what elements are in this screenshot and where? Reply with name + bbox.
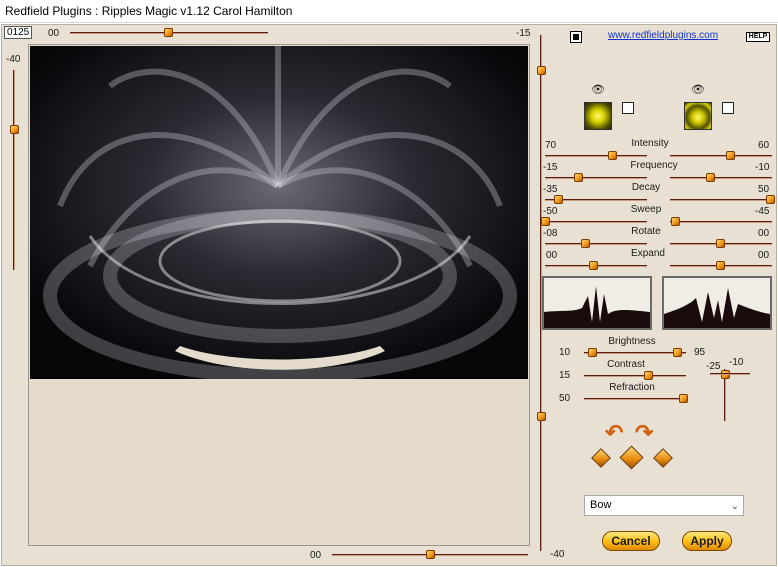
rotate-left-knob[interactable] [581,239,590,248]
pattern-thumbnail-right[interactable] [684,102,712,130]
top-right-value: -15 [516,28,531,39]
brightness-left-value: 10 [559,347,571,358]
left-slider-value: -40 [6,54,21,65]
brightness-knob-right[interactable] [673,348,682,357]
window-title: Redfield Plugins : Ripples Magic v1.12 C… [0,0,778,23]
refraction-value: 50 [559,393,571,404]
expand-left-knob[interactable] [589,261,598,270]
frequency-label: Frequency [630,160,678,171]
sweep-label: Sweep [630,204,662,215]
pattern-left-checkbox[interactable] [622,102,634,114]
wave-profile-left-graph [544,286,650,328]
contrast-knob[interactable] [644,371,653,380]
ripple-preview-art [30,46,528,379]
decay-left-value: -35 [543,184,558,195]
contrast-value: 15 [559,370,571,381]
sweep-left-knob[interactable] [541,217,550,226]
color-toggle-box[interactable] [570,31,582,43]
undo-arrow-icon[interactable]: ↶ [605,422,623,444]
brightness-slider[interactable] [584,352,686,354]
brightness-knob-left[interactable] [588,348,597,357]
rotate-right-value: 00 [758,228,770,239]
rotate-left-slider[interactable] [545,243,647,245]
pattern-right-checkbox[interactable] [722,102,734,114]
website-link[interactable]: www.redfieldplugins.com [608,30,718,41]
light-horizontal-slider[interactable] [710,373,750,375]
intensity-left-slider[interactable] [545,155,647,157]
decay-right-knob[interactable] [766,195,775,204]
chevron-down-icon[interactable]: ⌄ [731,497,739,516]
expand-label: Expand [631,248,665,259]
top-slider-value: 00 [48,28,60,39]
decay-left-knob[interactable] [554,195,563,204]
eye-icon[interactable]: 👁 [591,85,605,96]
light-vertical-right-value: -10 [729,357,744,368]
expand-right-knob[interactable] [716,261,725,270]
left-slider-track[interactable] [13,70,15,270]
dice-icon[interactable] [619,445,644,470]
dice-icon[interactable] [653,448,673,468]
refraction-slider[interactable] [584,398,686,400]
rotate-left-value: -08 [543,228,558,239]
preset-select[interactable]: Bow ⌄ [584,495,744,516]
brightness-label: Brightness [608,336,656,347]
apply-button[interactable]: Apply [682,531,732,551]
frequency-left-value: -15 [543,162,558,173]
rotate-label: Rotate [631,226,661,237]
plugin-client-area: 0125 00 -15 -40 00 -40 www.redfieldplugi… [1,24,777,566]
frequency-right-value: -10 [755,162,770,173]
refraction-knob[interactable] [679,394,688,403]
intensity-label: Intensity [631,138,669,149]
decay-right-value: 50 [758,184,770,195]
bottom-slider-knob[interactable] [426,550,435,559]
wave-profile-right[interactable] [662,276,772,330]
eye-icon[interactable]: 👁 [691,85,705,96]
cancel-button[interactable]: Cancel [602,531,660,551]
bottom-slider-value: 00 [310,550,322,561]
expand-left-value: 00 [546,250,558,261]
sweep-right-value: -45 [755,206,770,217]
right-vertical-slider-knob-top[interactable] [537,66,546,75]
preview-canvas[interactable] [28,44,530,546]
sweep-right-knob[interactable] [671,217,680,226]
dice-icon[interactable] [591,448,611,468]
preset-selected-value: Bow [590,499,612,511]
contrast-slider[interactable] [584,375,686,377]
decay-label: Decay [631,182,661,193]
rotate-right-knob[interactable] [716,239,725,248]
wave-profile-right-graph [664,288,770,328]
frequency-left-knob[interactable] [574,173,583,182]
sweep-left-slider[interactable] [545,221,647,223]
frame-counter: 0125 [4,26,32,39]
contrast-label: Contrast [607,359,645,370]
help-button[interactable]: HELP [746,32,770,42]
pattern-thumbnail-left[interactable] [584,102,612,130]
decay-right-slider[interactable] [670,199,772,201]
frequency-left-slider[interactable] [545,177,647,179]
frequency-right-slider[interactable] [670,177,772,179]
light-vertical-left-value: -25 [706,361,721,372]
expand-right-value: 00 [758,250,770,261]
right-vertical-value: -40 [550,549,565,560]
wave-profile-left[interactable] [542,276,652,330]
left-slider-knob[interactable] [10,125,19,134]
intensity-right-value: 60 [758,140,770,151]
intensity-left-value: 70 [545,140,557,151]
sweep-left-value: -50 [543,206,558,217]
frequency-right-knob[interactable] [706,173,715,182]
intensity-left-knob[interactable] [608,151,617,160]
redo-arrow-icon[interactable]: ↷ [635,422,653,444]
top-slider-knob[interactable] [164,28,173,37]
right-vertical-slider-knob-bottom[interactable] [537,412,546,421]
ripple-preview-image[interactable] [30,46,528,379]
sweep-right-slider[interactable] [670,221,772,223]
refraction-label: Refraction [609,382,655,393]
brightness-right-value: 95 [694,347,706,358]
intensity-right-slider[interactable] [670,155,772,157]
intensity-right-knob[interactable] [726,151,735,160]
